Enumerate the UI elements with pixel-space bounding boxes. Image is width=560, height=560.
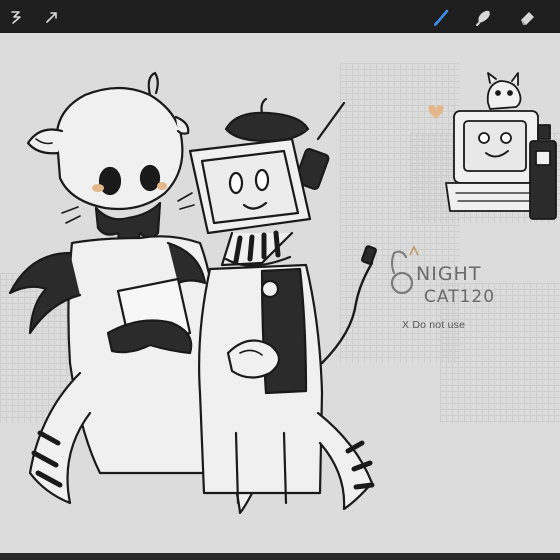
- artist-watermark: NIGHT CAT120 X Do not use: [388, 243, 518, 343]
- watermark-notice: X Do not use: [402, 319, 466, 331]
- app-toolbar: [0, 0, 560, 33]
- watermark-name-line2: CAT120: [424, 287, 496, 307]
- tv-character: [188, 97, 377, 511]
- watermark-name-line1: NIGHT: [416, 263, 482, 285]
- canvas-bottom-edge: [0, 553, 560, 560]
- adjustments-icon[interactable]: [4, 5, 28, 29]
- drawing-canvas[interactable]: NIGHT CAT120 X Do not use: [0, 33, 560, 553]
- mini-computer-doodle: [428, 72, 557, 220]
- selection-arrow-icon[interactable]: [40, 5, 64, 29]
- smudge-icon[interactable]: [472, 5, 496, 29]
- eraser-icon[interactable]: [516, 5, 540, 29]
- brush-icon[interactable]: [430, 5, 454, 29]
